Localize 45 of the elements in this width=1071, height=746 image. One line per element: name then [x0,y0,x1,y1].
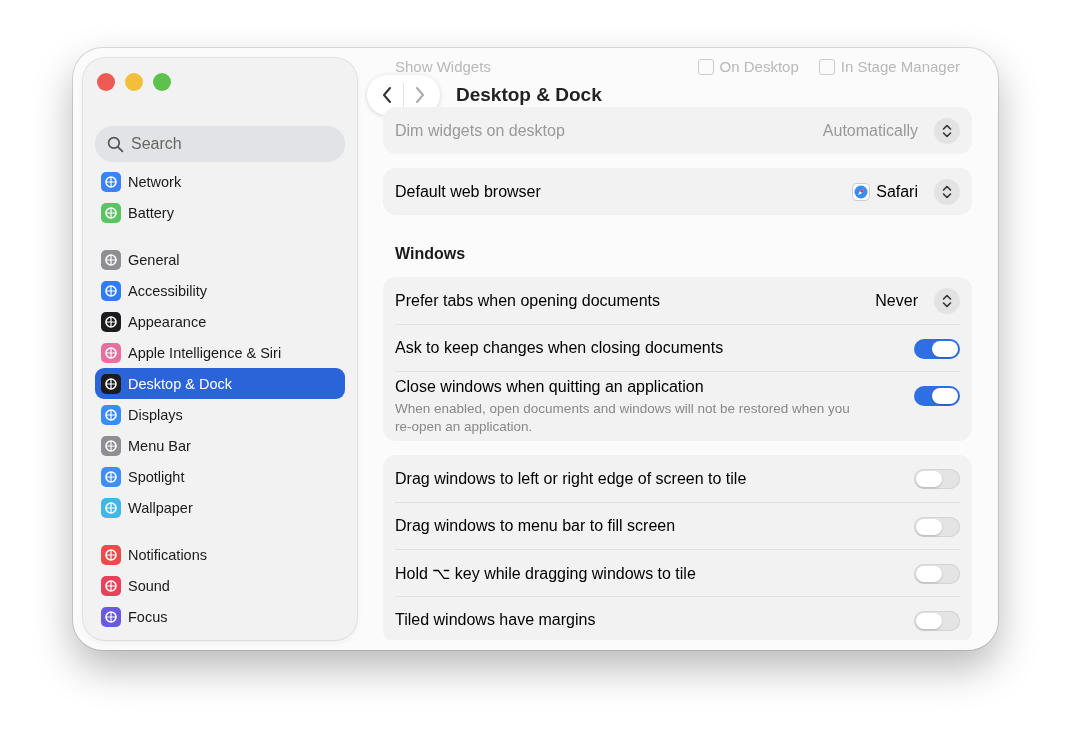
chevron-updown-icon[interactable] [934,117,960,144]
setting-label: Close windows when quitting an application [395,378,705,396]
search-field[interactable]: Search [95,126,345,162]
zoom-button[interactable] [153,73,171,91]
close-button[interactable] [97,73,115,91]
toggle-switch[interactable] [914,469,960,490]
sidebar-item[interactable]: Battery [95,197,345,228]
setting-label: Default web browser [395,182,541,201]
toggle-switch[interactable] [914,339,960,359]
chevron-updown-icon[interactable] [934,178,960,205]
toggle-switch[interactable] [914,564,960,585]
chevron-updown-icon[interactable] [934,287,960,314]
setting-label: Tiled windows have margins [395,611,596,630]
sidebar-item[interactable]: Spotlight [95,461,345,492]
sidebar-item[interactable]: Wallpaper [95,492,345,523]
sidebar-item[interactable]: Appearance [95,306,345,337]
sidebar-item[interactable]: Network [95,166,345,197]
sidebar-item[interactable]: Displays [95,399,345,430]
setting-label: Drag windows to left or right edge of screen to tile [395,469,747,488]
forward-icon[interactable] [414,85,426,105]
minimize-button[interactable] [125,73,143,91]
popup-value: Safari [876,182,918,201]
setting-label: Dim widgets on desktop [395,121,565,140]
toggle-switch[interactable] [914,517,960,538]
setting-label: Prefer tabs when opening documents [395,291,661,310]
toggle-switch[interactable] [914,611,960,632]
sidebar-item[interactable]: General [95,244,345,275]
back-icon[interactable] [381,85,393,105]
toggle-switch[interactable] [914,386,960,406]
sidebar-item[interactable]: Sound [95,570,345,601]
sidebar-item[interactable]: Menu Bar [95,430,345,461]
setting-label: Hold ⌥ key while dragging windows to tile [395,563,696,583]
setting-description: When enabled, open documents and windows will not be restored when you re-open an application. [395,400,851,436]
setting-label: Drag windows to menu bar to fill screen [395,517,676,536]
sidebar-item[interactable]: Focus [95,601,345,632]
setting-label: Ask to keep changes when closing documents [395,339,724,357]
setting-label: Show Widgets [395,58,491,75]
window-title: Desktop & Dock [456,84,602,106]
section-heading: Windows [395,245,467,263]
sidebar-item[interactable]: Apple Intelligence & Siri [95,337,345,368]
popup-value: Automatically [822,121,918,140]
popup-value: Never [875,291,918,310]
sidebar-item[interactable]: Accessibility [95,275,345,306]
sidebar-item[interactable]: Desktop & Dock [95,368,345,399]
sidebar-item[interactable]: Notifications [95,539,345,570]
